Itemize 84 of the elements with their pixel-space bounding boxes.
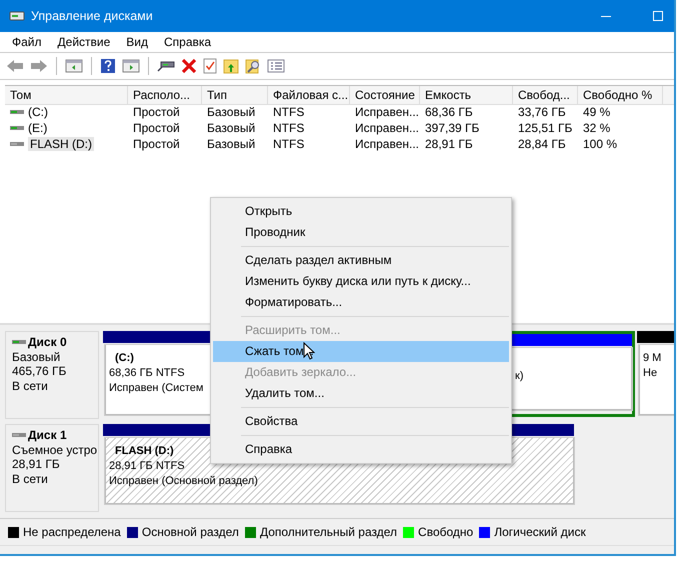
table-cell[interactable]: (E:) (28, 121, 48, 135)
menu-item[interactable]: Свойства (213, 411, 509, 432)
menu-item[interactable]: Открыть (213, 201, 509, 222)
partition-size: 68,36 ГБ NTFS (109, 366, 185, 381)
legend-label: Основной раздел (142, 525, 239, 539)
folder-up-icon[interactable] (223, 58, 239, 74)
table-cell: NTFS (273, 105, 304, 119)
window-title: Управление дисками (31, 9, 153, 23)
table-cell: Простой (133, 121, 180, 135)
table-cell: 33,76 ГБ (518, 105, 566, 119)
menu-item[interactable]: Удалить том... (213, 383, 509, 404)
table-cell: 49 % (583, 105, 610, 119)
delete-icon[interactable] (181, 58, 197, 74)
legend-label: Дополнительный раздел (260, 525, 398, 539)
table-cell: Базовый (207, 121, 256, 135)
menu-item[interactable]: Изменить букву диска или путь к диску... (213, 271, 509, 292)
partition-name: (C:) (114, 351, 134, 366)
table-cell: NTFS (273, 137, 304, 151)
column-header[interactable]: Файловая с... (268, 86, 350, 105)
panel-icon[interactable] (122, 59, 140, 73)
partition-status: к) (515, 369, 524, 384)
disk-info: В сети (12, 472, 49, 486)
back-icon[interactable] (6, 59, 24, 73)
table-cell: 100 % (583, 137, 618, 151)
legend-label: Не распределена (23, 525, 121, 539)
menu-item[interactable]: Проводник (213, 222, 509, 243)
drive-icon (12, 432, 26, 438)
column-header[interactable]: Состояние (350, 86, 420, 105)
table-cell: Простой (133, 105, 180, 119)
checklist-icon[interactable] (203, 58, 217, 74)
menu-item[interactable]: Форматировать... (213, 292, 509, 313)
table-cell: Исправен... (355, 105, 420, 119)
table-cell: Исправен... (355, 137, 420, 151)
table-cell: 28,91 ГБ (425, 137, 473, 151)
table-cell: 68,36 ГБ (425, 105, 473, 119)
menu-item[interactable]: Справка (213, 439, 509, 460)
menu-item[interactable]: Действие (58, 35, 110, 49)
table-cell[interactable]: (C:) (28, 105, 48, 119)
menu-item[interactable]: Сделать раздел активным (213, 250, 509, 271)
menu-item[interactable]: Вид (126, 35, 148, 49)
table-cell: Исправен... (355, 121, 420, 135)
column-header[interactable]: Свобод... (513, 86, 578, 105)
legend-label: Логический диск (494, 525, 586, 539)
partition-status: Исправен (Систем (109, 381, 204, 396)
maximize-icon[interactable] (652, 10, 664, 22)
table-cell: Базовый (207, 137, 256, 151)
table-cell: 397,39 ГБ (425, 121, 480, 135)
folder-search-icon[interactable] (245, 58, 261, 74)
menu-item[interactable]: Справка (164, 35, 212, 49)
table-cell: 125,51 ГБ (518, 121, 572, 135)
disk-info: Базовый (12, 350, 62, 364)
column-header[interactable]: Располо... (128, 86, 202, 105)
column-header[interactable]: Свободно % (578, 86, 663, 105)
disk-info: Съемное устро (12, 442, 98, 457)
drive-icon (10, 109, 24, 115)
drive-icon[interactable] (157, 59, 175, 73)
menu-item[interactable]: Файл (12, 35, 42, 49)
table-cell: NTFS (273, 121, 304, 135)
panel-icon[interactable] (65, 59, 83, 73)
drive-icon (12, 339, 26, 346)
column-header[interactable]: Емкость (420, 86, 513, 105)
table-cell: Базовый (207, 105, 256, 119)
table-cell: 28,84 ГБ (518, 137, 566, 151)
partition-status: Не (643, 366, 658, 381)
table-cell: Простой (133, 137, 180, 151)
partition-size: 9 М (643, 351, 662, 366)
partition-size: 28,91 ГБ NTFS (109, 459, 185, 474)
help-icon[interactable] (100, 58, 116, 74)
legend-label: Свободно (418, 525, 474, 539)
list-icon[interactable] (267, 59, 285, 73)
partition-status: Исправен (Основной раздел) (109, 474, 258, 489)
disk-info: В сети (12, 378, 49, 393)
disk-info: 28,91 ГБ (12, 457, 61, 472)
column-header[interactable]: Том (5, 86, 128, 105)
table-cell: 32 % (583, 121, 610, 135)
drive-icon (10, 141, 24, 147)
disk-info: 465,76 ГБ (12, 364, 68, 378)
column-header[interactable]: Тип (202, 86, 268, 105)
disk-name: Диск 0 (28, 335, 67, 350)
partition-name: FLASH (D:) (114, 444, 174, 459)
table-cell[interactable]: FLASH (D:) (28, 137, 94, 151)
disk-name: Диск 1 (28, 428, 67, 442)
drive-icon (10, 125, 24, 131)
forward-icon[interactable] (30, 59, 48, 73)
